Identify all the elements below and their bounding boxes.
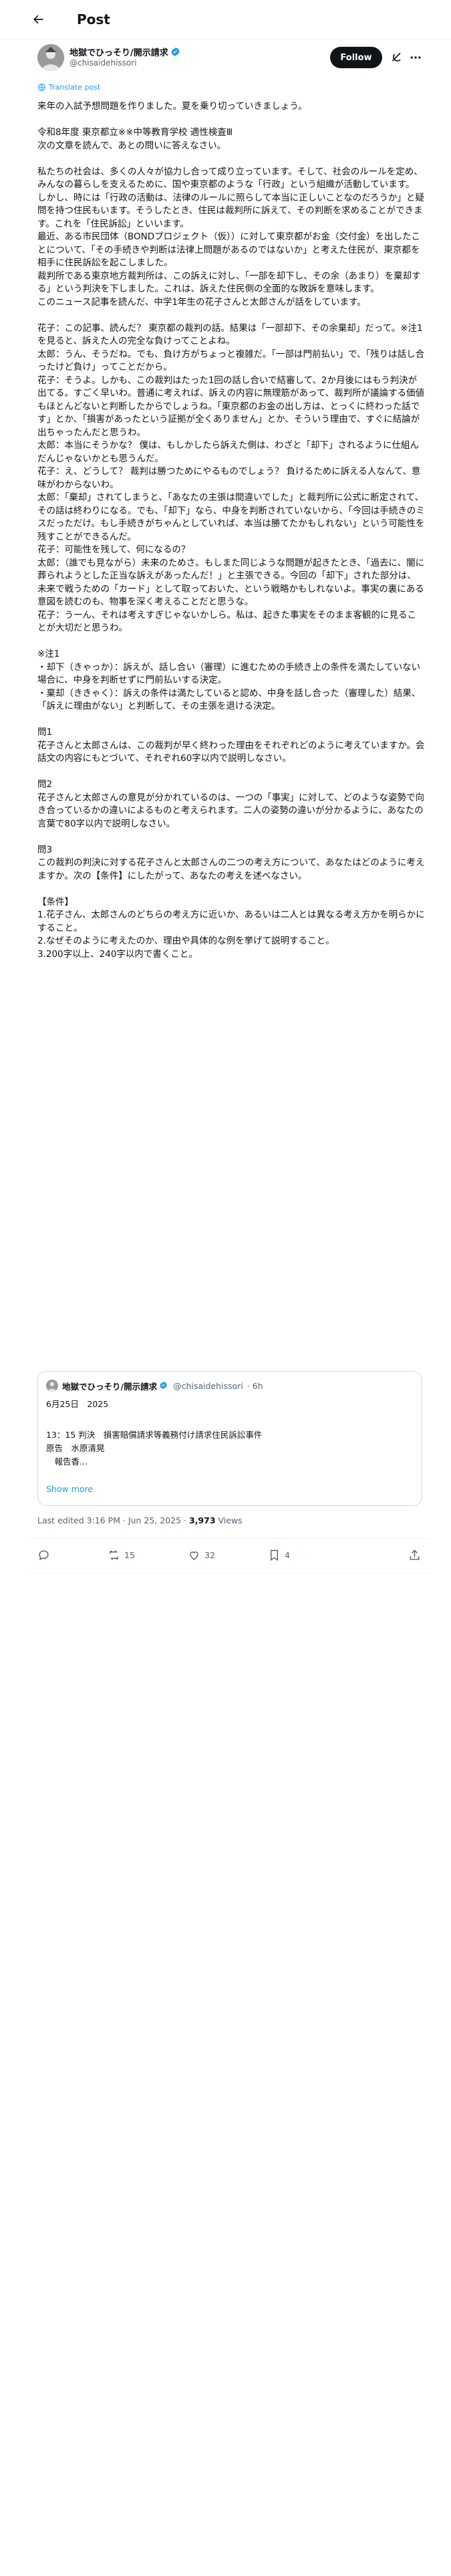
- translate-post-link[interactable]: Translate post: [37, 83, 100, 92]
- like-count: 32: [204, 1550, 215, 1560]
- show-more-link[interactable]: Show more: [46, 1484, 93, 1494]
- post-paragraph: ※注1: [37, 649, 60, 659]
- post-paragraph: ・却下（きゃっか）：訴えが、話し合い（審理）に進むための手続き上の条件を満たして…: [37, 661, 421, 686]
- page-title: Post: [77, 11, 110, 27]
- grok-icon[interactable]: [390, 51, 404, 64]
- post-paragraph: このニュース記事を読んだ、中学1年生の花子さんと太郎さんが話をしています。: [37, 296, 366, 308]
- views-count: 3,973: [188, 1515, 216, 1525]
- reply-button[interactable]: [37, 1549, 54, 1562]
- bookmark-button[interactable]: 4: [268, 1549, 290, 1562]
- avatar[interactable]: [37, 44, 64, 71]
- post-paragraph: 3.200字以上、240字以内で書くこと。: [37, 948, 198, 960]
- post-paragraph: 花子：そうよ。しかも、この裁判はたった1回の話し合いで結審して、2か月後にはもう…: [37, 374, 425, 438]
- post-paragraph: 問3: [37, 844, 53, 855]
- share-icon: [410, 1549, 420, 1560]
- like-button[interactable]: 32: [188, 1549, 215, 1562]
- author-name[interactable]: 地獄でひっそり/開示請求: [69, 45, 180, 58]
- paragraph-spacer: [37, 883, 425, 896]
- paragraph-spacer: [37, 635, 425, 649]
- paragraph-spacer: [37, 831, 425, 844]
- edited-timestamp[interactable]: Last edited 3:16 PM · Jun 25, 2025 ·: [37, 1515, 189, 1525]
- post-paragraph: 花子：可能性を残して、何になるの？: [37, 544, 190, 555]
- reply-icon: [39, 1550, 49, 1561]
- translate-label: Translate post: [49, 83, 101, 92]
- quoted-line: 原告 水原清晃: [46, 1443, 105, 1453]
- bookmark-icon: [271, 1549, 278, 1561]
- author-name-text: 地獄でひっそり/開示請求: [69, 48, 168, 58]
- post-paragraph: 太郎：「棄却」されてしまうと、「あなたの主張は間違いでした」と裁判所に公式に断定…: [37, 492, 425, 542]
- paragraph-spacer: [37, 114, 425, 127]
- post-paragraph: 令和8年度 東京都立※※中等教育学校 適性検査Ⅲ: [37, 127, 233, 138]
- post-paragraph: 問2: [37, 779, 53, 790]
- repost-count: 15: [124, 1550, 135, 1560]
- post-paragraph: 花子さんと太郎さんの意見が分かれているのは、一つの「事実」に対して、どのような姿…: [37, 792, 425, 829]
- post-paragraph: 花子：うーん、それは考えすぎじゃないかしら。私は、起きた事実をそのまま客観的に見…: [37, 609, 416, 634]
- verified-badge-icon: [170, 47, 180, 57]
- back-arrow-icon[interactable]: [29, 11, 47, 28]
- quoted-post[interactable]: 地獄でひっそり/開示請求 @chisaidehissori · 6h 6月25日…: [37, 1371, 422, 1506]
- quoted-line: 6月25日 2025: [46, 1399, 109, 1409]
- post-author: 地獄でひっそり/開示請求 @chisaidehissori Follow: [37, 44, 425, 82]
- action-bar: 15 32 4: [37, 1545, 425, 1569]
- quoted-handle: @chisaidehissori: [173, 1381, 243, 1391]
- post-paragraph: 裁判所である東京地方裁判所は、この訴えに対し、「一部を却下し、その余（あまり）を…: [37, 270, 421, 295]
- post-paragraph: ・棄却（ききゃく）：訴えの条件は満たしていると認め、中身を話し合った（審理した）…: [37, 687, 421, 712]
- paragraph-spacer: [37, 152, 425, 166]
- follow-button[interactable]: Follow: [330, 47, 382, 68]
- post-paragraph: 花子さんと太郎さんは、この裁判が早く終わった理由をそれぞれどのように考えています…: [37, 740, 425, 764]
- post-paragraph: 私たちの社会は、多くの人々が協力し合って成り立っています。そして、社会のルールを…: [37, 166, 423, 191]
- post-paragraph: 花子：え、どうして？ 裁判は勝つためにやるものでしょう？ 負けるために訴える人な…: [37, 466, 421, 490]
- post-paragraph: 花子：この記事、読んだ？ 東京都の裁判の話。結果は「一部却下、その余棄却」だって…: [37, 322, 423, 347]
- quoted-avatar: [46, 1380, 58, 1392]
- share-button[interactable]: [408, 1549, 421, 1562]
- post-paragraph: 1.花子さん、太郎さんのどちらの考え方に近いか、あるいは二人とは異なる考え方かを…: [37, 909, 425, 934]
- repost-icon: [110, 1550, 118, 1560]
- post-paragraph: この裁判の判決に対する花子さんと太郎さんの二つの考え方について、あなたはどのよう…: [37, 857, 425, 881]
- post-paragraph: 太郎：（誰でも見ながら）未来のためさ。もしまた同じような問題が起きたとき、「過去…: [37, 557, 425, 608]
- heart-icon: [190, 1551, 198, 1560]
- quoted-author: 地獄でひっそり/開示請求 @chisaidehissori · 6h: [62, 1380, 263, 1392]
- post-paragraph: 太郎：うん、そうだね。でも、負け方がちょっと複雑だ。「一部は門前払い」で、「残り…: [37, 348, 425, 373]
- paragraph-spacer: [37, 714, 425, 727]
- paragraph-spacer: [37, 309, 425, 322]
- verified-badge-icon: [159, 1381, 169, 1391]
- bookmark-count: 4: [285, 1550, 290, 1560]
- post-paragraph: 来年の入試予想問題を作りました。夏を乗り切っていきましょう。: [37, 101, 307, 112]
- post-paragraph: 問1: [37, 727, 53, 738]
- translate-icon: [38, 84, 45, 91]
- post-paragraph: 2.なぜそのように考えたのか、理由や具体的な例を挙げて説明すること。: [37, 936, 335, 946]
- divider: [29, 1538, 430, 1539]
- top-bar: Post: [0, 0, 451, 39]
- views-label: Views: [215, 1515, 243, 1525]
- repost-button[interactable]: 15: [108, 1549, 135, 1562]
- post-paragraph: 【条件】: [37, 896, 73, 907]
- post-paragraph: 太郎：本当にそうかな？ 僕は、もしかしたら訴えた側は、わざと「却下」されるように…: [37, 440, 420, 464]
- post-meta: Last edited 3:16 PM · Jun 25, 2025 · 3,9…: [37, 1515, 243, 1525]
- author-handle[interactable]: @chisaidehissori: [69, 58, 137, 68]
- post-paragraph: しかし、時には「行政の活動は、法律のルールに照らして本当に正しいことなのだろうか…: [37, 192, 424, 229]
- paragraph-spacer: [37, 766, 425, 779]
- post-paragraph: 次の文章を読んで、あとの問いに答えなさい。: [37, 140, 227, 151]
- quoted-line: 報告香...: [46, 1457, 88, 1467]
- more-options-icon[interactable]: [409, 51, 422, 64]
- quoted-time: · 6h: [247, 1381, 263, 1391]
- divider: [29, 1573, 430, 1574]
- post-text: 来年の入試予想問題を作りました。夏を乗り切っていきましょう。 令和8年度 東京都…: [37, 100, 425, 961]
- quoted-author-name: 地獄でひっそり/開示請求: [62, 1382, 158, 1392]
- quoted-line: 13：15 判決 損害賠償請求等義務付け請求住民訴訟事件: [46, 1430, 263, 1440]
- post-paragraph: 最近、ある市民団体（BONDプロジェクト（仮））に対して東京都がお金（交付金）を…: [37, 231, 420, 268]
